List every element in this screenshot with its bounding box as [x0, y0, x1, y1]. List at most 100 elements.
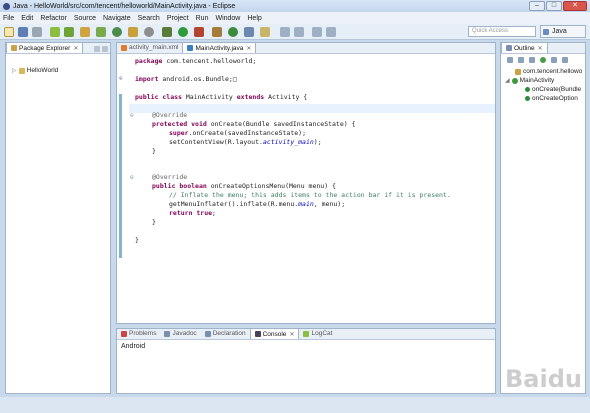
expand-icon[interactable]: ▷ [12, 67, 17, 74]
tree-item-label: HelloWorld [26, 67, 59, 74]
close-icon[interactable]: ✕ [246, 45, 251, 52]
menu-navigate[interactable]: Navigate [103, 15, 131, 22]
code-line: import android.os.Bundle;□ [135, 75, 237, 83]
back-icon[interactable] [312, 27, 322, 37]
package-explorer-tabstrip: Package Explorer ✕ [6, 42, 110, 54]
code-line: public class MainActivity extends Activi… [135, 93, 308, 101]
minimize-view-icon[interactable] [94, 46, 100, 52]
view-menu-icon[interactable] [562, 57, 568, 63]
fold-collapse-icon[interactable]: ⊖ [130, 112, 134, 119]
maximize-view-icon[interactable] [102, 46, 108, 52]
new-class-icon[interactable] [112, 27, 122, 37]
code-editor: activity_main.xml MainActivity.java ✕ pa… [116, 42, 496, 324]
hide-local-types-icon[interactable] [551, 57, 557, 63]
tab-console[interactable]: Console ✕ [249, 328, 300, 339]
hide-nonpublic-icon[interactable] [540, 57, 546, 63]
previous-annotation-icon[interactable] [294, 27, 304, 37]
code-area[interactable]: package com.tencent.helloworld; ⊕ import… [117, 55, 495, 323]
code-line: } [135, 236, 139, 244]
new-java-class-icon[interactable] [228, 27, 238, 37]
sort-icon[interactable] [507, 57, 513, 63]
tab-outline[interactable]: Outline ✕ [501, 42, 548, 53]
minimize-button[interactable]: – [529, 1, 545, 11]
menu-project[interactable]: Project [167, 15, 189, 22]
close-icon[interactable]: ✕ [538, 45, 543, 52]
quick-access-input[interactable]: Quick Access [468, 26, 536, 37]
tab-label: LogCat [311, 330, 333, 337]
avd-manager-icon[interactable] [64, 27, 74, 37]
tab-javadoc[interactable]: Javadoc [160, 328, 200, 339]
new-android-project-icon[interactable] [96, 27, 106, 37]
search-icon[interactable] [144, 27, 154, 37]
close-icon[interactable]: ✕ [73, 45, 78, 52]
outline-item-label: onCreateOption [532, 95, 578, 102]
fold-collapse-icon[interactable]: ⊖ [130, 174, 134, 181]
menu-source[interactable]: Source [74, 15, 96, 22]
menu-run[interactable]: Run [196, 15, 209, 22]
bottom-tabstrip: Problems Javadoc Declaration Console ✕ L… [117, 328, 495, 340]
lint-icon[interactable] [80, 27, 90, 37]
tab-label: Console [262, 330, 287, 338]
forward-icon[interactable] [326, 27, 336, 37]
console-output[interactable]: Android [121, 343, 145, 350]
tab-label: activity_main.xml [129, 44, 179, 51]
hide-static-icon[interactable] [529, 57, 535, 63]
new-java-package-icon[interactable] [212, 27, 222, 37]
menu-file[interactable]: File [3, 15, 14, 22]
open-type-icon[interactable] [128, 27, 138, 37]
eclipse-icon [3, 2, 10, 10]
class-icon [511, 77, 518, 84]
tab-mainactivity-java[interactable]: MainActivity.java ✕ [182, 42, 257, 53]
bottom-panel: Problems Javadoc Declaration Console ✕ L… [116, 328, 496, 394]
tab-label: Outline [514, 44, 535, 52]
method-icon [525, 96, 530, 101]
annotation-icon[interactable] [260, 27, 270, 37]
tab-label: Package Explorer [19, 44, 71, 52]
print-icon[interactable] [32, 27, 42, 37]
menu-edit[interactable]: Edit [21, 15, 33, 22]
close-icon[interactable]: ✕ [289, 331, 294, 338]
outline-item-label: onCreate(Bundle [532, 86, 582, 93]
tree-item-helloworld[interactable]: ▷ HelloWorld [12, 67, 58, 74]
java-perspective-button[interactable]: Java [540, 25, 586, 38]
menu-help[interactable]: Help [247, 15, 261, 22]
menu-window[interactable]: Window [215, 15, 240, 22]
tab-declaration[interactable]: Declaration [201, 328, 250, 339]
outline-item-label: com.tencent.hellowo [523, 68, 583, 75]
editor-tabstrip: activity_main.xml MainActivity.java ✕ [117, 42, 495, 54]
android-sdk-icon[interactable] [50, 27, 60, 37]
menu-search[interactable]: Search [138, 15, 160, 22]
hide-fields-icon[interactable] [518, 57, 524, 63]
outline-item-class[interactable]: ◢ MainActivity [505, 77, 554, 84]
maximize-button[interactable]: □ [546, 1, 562, 11]
project-folder-icon [18, 67, 25, 74]
javadoc-icon [164, 330, 171, 337]
code-line: super.onCreate(savedInstanceState); [169, 129, 306, 137]
logcat-icon [303, 330, 310, 337]
close-button[interactable]: ✕ [563, 1, 587, 11]
code-line: } [152, 147, 156, 155]
console-icon [254, 331, 261, 337]
tab-logcat[interactable]: LogCat [299, 328, 336, 339]
tab-problems[interactable]: Problems [117, 328, 160, 339]
declaration-icon [204, 330, 211, 337]
debug-icon[interactable] [162, 27, 172, 37]
title-bar: Java - HelloWorld/src/com/tencent/hellow… [0, 0, 590, 12]
fold-expand-icon[interactable]: ⊕ [119, 75, 123, 82]
menu-refactor[interactable]: Refactor [40, 15, 66, 22]
run-icon[interactable] [178, 27, 188, 37]
collapse-icon[interactable]: ◢ [505, 77, 510, 84]
open-task-icon[interactable] [244, 27, 254, 37]
code-line: @Override [152, 173, 188, 181]
outline-item-method[interactable]: onCreate(Bundle [525, 86, 581, 93]
code-line: package com.tencent.helloworld; [135, 57, 257, 65]
tab-activity-main-xml[interactable]: activity_main.xml [117, 42, 182, 53]
save-icon[interactable] [18, 27, 28, 37]
perspective-label: Java [552, 28, 567, 35]
tab-package-explorer[interactable]: Package Explorer ✕ [6, 42, 84, 53]
external-tools-icon[interactable] [194, 27, 204, 37]
new-icon[interactable] [4, 27, 14, 37]
outline-item-method[interactable]: onCreateOption [525, 95, 578, 102]
outline-item-package[interactable]: com.tencent.hellowo [515, 68, 582, 75]
next-annotation-icon[interactable] [280, 27, 290, 37]
